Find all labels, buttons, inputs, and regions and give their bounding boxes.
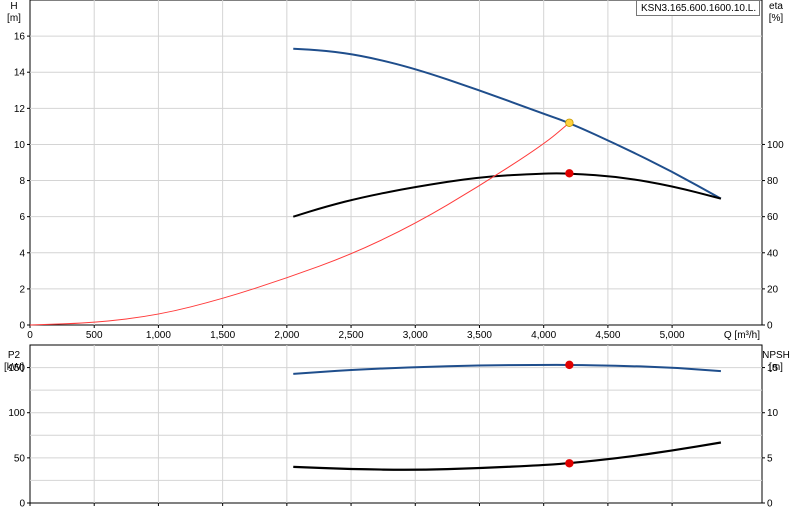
panel2-ylabel-right: [m] (769, 362, 783, 373)
panel1-xtick: 0 (27, 330, 33, 341)
panel2-duty-point-2 (565, 459, 574, 468)
panel1-ytick-left: 16 (14, 32, 26, 43)
pump-curve-chart: 02468101214160204060801000 500 1,000 1,500 2… (4, 0, 790, 510)
panel2-ytick-left: 0 (19, 499, 25, 510)
panel1-ylabel-left: [m] (7, 13, 21, 24)
panel1-xtick: 3,500 (467, 330, 492, 341)
panel1-ytick-right: 60 (767, 212, 779, 223)
panel1-xtick: 500 (86, 330, 103, 341)
panel2-ylabel-left: [kW] (4, 362, 24, 373)
panel1-ylabel-right: eta (769, 1, 783, 12)
panel1-xtick: 4,000 (531, 330, 556, 341)
panel1-xtick: 1,000 (146, 330, 171, 341)
panel1-ytick-right: 80 (767, 176, 779, 187)
panel1-ytick-left: 6 (19, 212, 25, 223)
panel1-duty-point-1 (565, 118, 574, 127)
panel1-ylabel-left: H (10, 1, 17, 12)
panel1-ylabel-right: [%] (769, 13, 784, 24)
panel2-ylabel-right: NPSH (762, 350, 790, 361)
panel1-ytick-left: 12 (14, 104, 26, 115)
panel1-xlabel: Q [m³/h] (724, 330, 760, 341)
panel2-ytick-right: 10 (767, 408, 779, 419)
panel1-ytick-left: 14 (14, 68, 26, 79)
panel1-xtick: 1,500 (210, 330, 235, 341)
panel1-duty-point-2 (565, 169, 574, 178)
panel2-ytick-right: 5 (767, 453, 773, 464)
panel1-ytick-right: 100 (767, 140, 784, 151)
panel1-ytick-left: 4 (19, 248, 25, 259)
panel1-xtick: 4,500 (595, 330, 620, 341)
panel1-ytick-left: 0 (19, 321, 25, 332)
panel2-ytick-left: 50 (14, 453, 26, 464)
panel2-ytick-right: 0 (767, 499, 773, 510)
panel2-ytick-left: 100 (8, 408, 25, 419)
panel2-ylabel-left: P2 (8, 350, 21, 361)
panel1-xtick: 5,000 (660, 330, 685, 341)
panel1-ytick-right: 40 (767, 248, 779, 259)
panel1-ytick-left: 8 (19, 176, 25, 187)
panel2-duty-point-1 (565, 360, 574, 370)
panel1-ytick-left: 10 (14, 140, 26, 151)
panel1-ytick-left: 2 (19, 284, 25, 295)
panel1-xtick: 2,000 (274, 330, 299, 341)
panel1-xtick: 3,000 (403, 330, 428, 341)
model-label: KSN3.165.600.1600.10.L. (636, 0, 760, 16)
panel1-ytick-right: 20 (767, 284, 779, 295)
panel1-ytick-right: 0 (767, 321, 773, 332)
panel1-xtick: 2,500 (339, 330, 364, 341)
